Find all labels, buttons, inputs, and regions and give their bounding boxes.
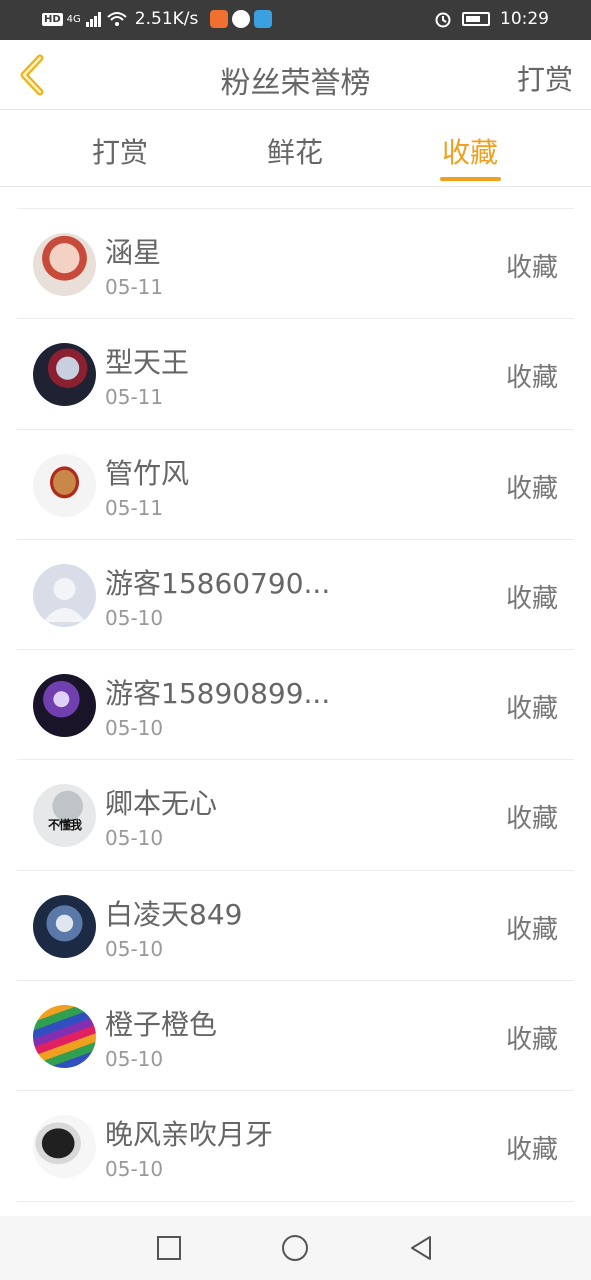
list-item[interactable]: 涵星 05-11 收藏 (17, 209, 574, 320)
avatar (33, 894, 96, 958)
avatar (33, 1005, 96, 1069)
fan-action: 收藏 (505, 914, 558, 945)
avatar (33, 563, 96, 627)
signal-icon (85, 12, 101, 27)
fan-action: 收藏 (505, 253, 558, 283)
fan-action: 收藏 (505, 694, 558, 725)
home-button[interactable] (280, 1233, 310, 1263)
reward-button[interactable]: 打赏 (517, 58, 573, 98)
fan-date: 05-11 (105, 385, 164, 410)
circle-home-icon (282, 1235, 308, 1261)
fan-action: 收藏 (505, 363, 558, 394)
avatar (33, 453, 96, 517)
system-nav-bar (0, 1216, 591, 1280)
status-bar: HD 4G 2.51K/s 10:29 (0, 0, 591, 40)
fan-date: 05-10 (105, 605, 164, 630)
tab-bar: 打赏 鲜花 收藏 (0, 111, 591, 187)
fan-date: 05-10 (105, 936, 164, 961)
recents-button[interactable] (154, 1233, 184, 1263)
fan-date: 05-10 (105, 826, 164, 851)
fan-action: 收藏 (505, 473, 558, 504)
status-time: 10:29 (500, 9, 549, 29)
fan-date: 05-11 (105, 495, 164, 520)
avatar (33, 233, 96, 296)
list-item[interactable]: 白凌天849 05-10 收藏 (17, 871, 574, 982)
fan-name: 卿本无心 (105, 787, 218, 821)
video-app-icon (210, 10, 229, 28)
list-item[interactable]: 晚风亲吹月牙 05-10 收藏 (17, 1091, 574, 1202)
hd-badge: HD (42, 12, 63, 26)
square-recents-icon (157, 1236, 181, 1260)
fan-date: 05-10 (105, 1157, 164, 1182)
wechat-icon (232, 10, 251, 28)
avatar: 不懂我 (33, 784, 96, 848)
status-right: 10:29 (434, 9, 549, 29)
list-item[interactable]: 橙子橙色 05-10 收藏 (17, 981, 574, 1092)
fan-name: 橙子橙色 (105, 1008, 218, 1042)
alarm-icon (435, 12, 451, 28)
battery-icon (462, 12, 490, 26)
browser-app-icon (254, 10, 273, 28)
avatar (33, 343, 96, 407)
fan-date: 05-10 (105, 716, 164, 741)
avatar-caption: 不懂我 (47, 818, 82, 833)
fan-action: 收藏 (505, 1135, 558, 1166)
fan-name: 白凌天849 (105, 897, 243, 931)
fan-name: 游客15860790... (105, 566, 331, 600)
fan-name: 涵星 (105, 236, 162, 269)
fan-name: 游客15890899... (105, 677, 331, 711)
status-left: HD 4G 2.51K/s (42, 9, 273, 29)
network-speed: 2.51K/s (134, 9, 199, 29)
fan-name: 管竹风 (105, 456, 190, 490)
page-title: 粉丝荣誉榜 (220, 66, 371, 101)
fan-action: 收藏 (505, 804, 558, 835)
fan-action: 收藏 (505, 583, 558, 614)
fan-date: 05-10 (105, 1047, 164, 1072)
list-item[interactable]: 型天王 05-11 收藏 (17, 319, 574, 430)
list-item[interactable]: 不懂我 卿本无心 05-10 收藏 (17, 760, 574, 871)
active-tab-indicator (440, 177, 501, 181)
list-item[interactable]: 游客15860790... 05-10 收藏 (17, 540, 574, 651)
fan-action: 收藏 (505, 1025, 558, 1056)
network-type: 4G (66, 13, 81, 25)
list-item[interactable]: 管竹风 05-11 收藏 (17, 430, 574, 540)
back-nav-button[interactable] (406, 1233, 436, 1263)
tab-reward[interactable]: 打赏 (60, 131, 180, 171)
avatar (33, 1115, 96, 1179)
default-avatar-icon (43, 577, 86, 622)
tab-favorites[interactable]: 收藏 (410, 131, 530, 171)
fan-list: 涵星 05-11 收藏 型天王 05-11 收藏 管竹风 05-11 收藏 游客… (17, 208, 574, 1202)
nav-bar: 粉丝荣誉榜 打赏 (0, 40, 591, 110)
fan-date: 05-11 (105, 275, 164, 299)
wifi-icon (107, 12, 127, 26)
avatar (33, 674, 96, 738)
fan-name: 型天王 (105, 346, 190, 380)
tab-flowers[interactable]: 鲜花 (235, 131, 355, 171)
triangle-back-icon (411, 1236, 431, 1260)
list-item[interactable]: 游客15890899... 05-10 收藏 (17, 650, 574, 761)
fan-name: 晚风亲吹月牙 (105, 1118, 274, 1152)
